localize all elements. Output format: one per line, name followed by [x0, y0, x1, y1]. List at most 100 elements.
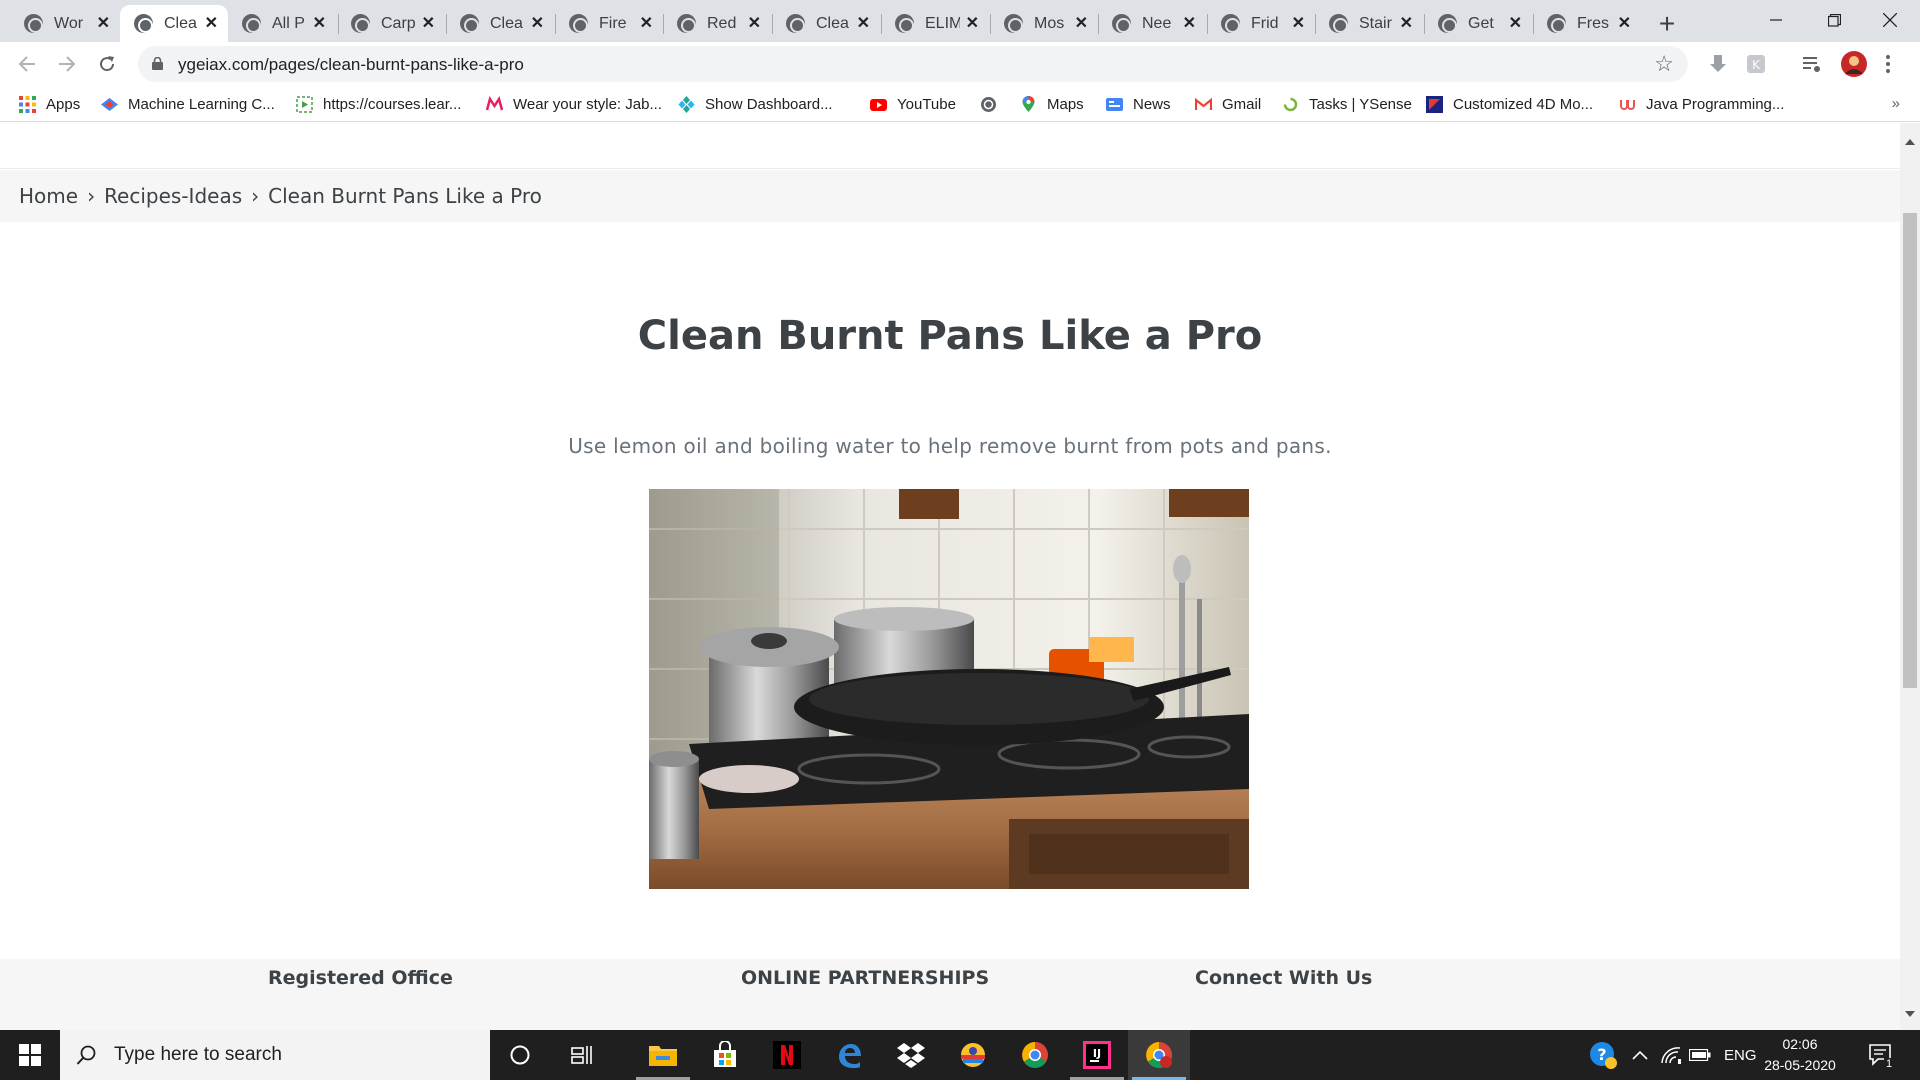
browser-tab[interactable]: Fire ✕	[555, 5, 663, 42]
bookmark-globe[interactable]	[980, 93, 1007, 115]
close-icon[interactable]: ✕	[748, 15, 761, 32]
tab-title: Fire	[599, 14, 627, 32]
page-description: Use lemon oil and boiling water to help …	[568, 434, 1332, 458]
edge-icon[interactable]	[818, 1030, 880, 1080]
bookmark-maps[interactable]: Maps	[1020, 93, 1084, 115]
close-window-icon[interactable]	[1862, 0, 1918, 40]
scroll-down-arrow-icon[interactable]	[1905, 1011, 1915, 1017]
taskbar-search-box[interactable]: Type here to search	[60, 1030, 490, 1080]
show-hidden-icons-chevron-icon[interactable]	[1632, 1030, 1648, 1080]
browser-tab[interactable]: ELIM ✕	[881, 5, 989, 42]
close-icon[interactable]: ✕	[966, 15, 979, 32]
close-icon[interactable]: ✕	[640, 15, 653, 32]
bookmarks-overflow-button[interactable]: »	[1892, 95, 1900, 112]
browser-tab[interactable]: Get ✕	[1424, 5, 1532, 42]
breadcrumb-home-link[interactable]: Home	[19, 184, 78, 208]
bookmark-apps[interactable]: Apps	[19, 93, 80, 115]
app-icon[interactable]	[942, 1030, 1004, 1080]
battery-icon[interactable]	[1689, 1030, 1711, 1080]
close-icon[interactable]: ✕	[1075, 15, 1088, 32]
close-icon[interactable]: ✕	[313, 15, 326, 32]
search-placeholder: Type here to search	[114, 1044, 282, 1065]
browser-tab[interactable]: Red ✕	[663, 5, 771, 42]
dropbox-icon[interactable]	[880, 1030, 942, 1080]
netflix-icon[interactable]	[756, 1030, 818, 1080]
extension-icon[interactable]: K	[1744, 52, 1768, 76]
browser-tab[interactable]: Carp ✕	[337, 5, 445, 42]
minimize-icon[interactable]	[1748, 0, 1804, 40]
media-queue-icon[interactable]	[1800, 52, 1824, 76]
task-view-icon[interactable]	[551, 1030, 613, 1080]
close-icon[interactable]: ✕	[422, 15, 435, 32]
browser-tab[interactable]: Clea ✕	[446, 5, 554, 42]
bookmark-4d[interactable]: Customized 4D Mo...	[1426, 93, 1593, 115]
menu-kebab-icon[interactable]	[1884, 52, 1892, 76]
close-icon[interactable]: ✕	[1400, 15, 1413, 32]
site-footer: Registered Office ONLINE PARTNERSHIPS Co…	[0, 959, 1900, 1030]
browser-tab[interactable]: Mos ✕	[990, 5, 1098, 42]
site-header-strip	[0, 123, 1900, 169]
chrome-active-icon[interactable]	[1128, 1030, 1190, 1080]
forward-arrow-icon[interactable]	[51, 48, 83, 80]
bookmark-youtube[interactable]: YouTube	[870, 93, 956, 115]
avatar[interactable]	[1840, 50, 1868, 78]
intellij-icon[interactable]: IJ	[1066, 1030, 1128, 1080]
close-icon[interactable]: ✕	[1509, 15, 1522, 32]
bookmark-courses[interactable]: https://courses.lear...	[296, 93, 461, 115]
globe-icon	[895, 14, 914, 33]
browser-tab[interactable]: Nee ✕	[1098, 5, 1206, 42]
page-viewport: Home › Recipes-Ideas › Clean Burnt Pans …	[0, 123, 1900, 1030]
footer-heading-online-partnerships: ONLINE PARTNERSHIPS	[741, 967, 990, 989]
taskbar-clock[interactable]: 02:06 28-05-2020	[1760, 1034, 1840, 1076]
help-tray-icon[interactable]: ?	[1588, 1030, 1618, 1080]
browser-tab[interactable]: All P ✕	[228, 5, 336, 42]
close-icon[interactable]: ✕	[1618, 15, 1631, 32]
tab-title: Carp	[381, 14, 416, 32]
bookmark-ysense[interactable]: Tasks | YSense	[1282, 93, 1412, 115]
browser-tab[interactable]: Wor ✕	[0, 5, 120, 42]
cortana-icon[interactable]	[489, 1030, 551, 1080]
reload-icon[interactable]	[91, 48, 123, 80]
wifi-icon[interactable]	[1661, 1030, 1681, 1080]
restore-icon[interactable]	[1806, 0, 1862, 40]
close-icon[interactable]: ✕	[531, 15, 544, 32]
bookmark-machine-learning[interactable]: Machine Learning C...	[101, 93, 275, 115]
language-indicator[interactable]: ENG	[1724, 1030, 1757, 1080]
back-arrow-icon[interactable]	[11, 48, 43, 80]
file-explorer-icon[interactable]	[632, 1030, 694, 1080]
windows-start-button[interactable]	[0, 1030, 60, 1080]
browser-tab[interactable]: Frid ✕	[1207, 5, 1315, 42]
browser-tab[interactable]: Clea ✕	[772, 5, 880, 42]
browser-tab[interactable]: Stair ✕	[1315, 5, 1423, 42]
browser-tab[interactable]: Fres ✕	[1533, 5, 1641, 42]
tab-title: Nee	[1142, 14, 1172, 32]
tab-title: Clea	[164, 14, 197, 32]
tab-title: Get	[1468, 14, 1494, 32]
scroll-up-arrow-icon[interactable]	[1905, 139, 1915, 145]
close-icon[interactable]: ✕	[205, 15, 218, 32]
chrome-icon[interactable]	[1004, 1030, 1066, 1080]
bookmark-java[interactable]: Java Programming...	[1619, 93, 1784, 115]
close-icon[interactable]: ✕	[857, 15, 870, 32]
download-extension-icon[interactable]	[1706, 52, 1730, 76]
burnt-pan-photo	[649, 489, 1249, 889]
tab-title: Red	[707, 14, 737, 32]
bookmark-news[interactable]: News	[1106, 93, 1171, 115]
browser-tab-active[interactable]: Clea ✕	[120, 5, 228, 42]
close-icon[interactable]: ✕	[1183, 15, 1196, 32]
close-icon[interactable]: ✕	[97, 15, 110, 32]
scrollbar-thumb[interactable]	[1903, 213, 1917, 688]
bookmark-gmail[interactable]: Gmail	[1195, 93, 1261, 115]
new-tab-button[interactable]: +	[1652, 8, 1682, 39]
address-bar[interactable]: ygeiax.com/pages/clean-burnt-pans-like-a…	[138, 46, 1688, 82]
breadcrumb-section-link[interactable]: Recipes-Ideas	[104, 184, 242, 208]
store-icon[interactable]	[694, 1030, 756, 1080]
bookmark-myntra[interactable]: Wear your style: Jab...	[486, 93, 662, 115]
courses-icon	[296, 95, 313, 113]
notification-count-badge: 1	[1884, 1058, 1895, 1070]
bookmark-star-icon[interactable]: ☆	[1654, 51, 1674, 77]
close-icon[interactable]: ✕	[1292, 15, 1305, 32]
page-scrollbar[interactable]	[1900, 123, 1920, 1030]
bookmark-dashboard[interactable]: Show Dashboard...	[678, 93, 833, 115]
notification-center-button[interactable]: 1	[1868, 1030, 1895, 1080]
